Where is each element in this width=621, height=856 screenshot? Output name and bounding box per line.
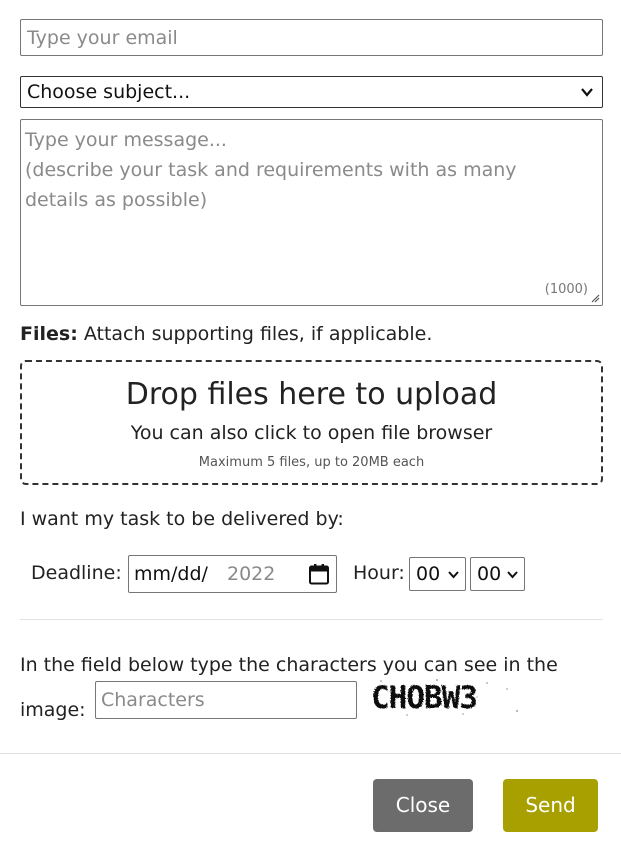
email-input[interactable]: Type your email	[20, 19, 603, 56]
subject-select[interactable]: Choose subject...	[20, 76, 603, 108]
subject-selected-value: Choose subject...	[27, 81, 191, 103]
message-placeholder: Type your message... (describe your task…	[25, 125, 585, 215]
deadline-label: Deadline:	[31, 562, 122, 584]
deadline-year-placeholder: 2022	[227, 563, 276, 585]
hour-label: Hour:	[353, 562, 405, 584]
files-label-bold: Files:	[20, 323, 78, 345]
chevron-down-icon	[507, 571, 518, 579]
files-label: Files: Attach supporting files, if appli…	[20, 323, 432, 345]
message-placeholder-line2: (describe your task and requirements wit…	[25, 159, 517, 211]
file-dropzone[interactable]: Drop files here to upload You can also c…	[20, 360, 603, 485]
captcha-input[interactable]: Characters	[95, 681, 357, 719]
close-button[interactable]: Close	[373, 779, 473, 832]
chevron-down-icon	[448, 571, 459, 579]
dropzone-note: Maximum 5 files, up to 20MB each	[198, 455, 425, 470]
minute-select[interactable]: 00	[470, 557, 525, 591]
message-placeholder-line1: Type your message...	[25, 129, 227, 151]
delivery-label: I want my task to be delivered by:	[20, 508, 344, 530]
send-button[interactable]: Send	[503, 779, 598, 832]
captcha-image: CHOBW3	[371, 679, 518, 716]
message-textarea[interactable]: Type your message... (describe your task…	[20, 119, 603, 306]
dropzone-subtitle: You can also click to open file browser	[130, 422, 493, 444]
files-label-text: Attach supporting files, if applicable.	[77, 323, 433, 345]
calendar-icon[interactable]	[308, 563, 330, 585]
footer-divider	[0, 753, 621, 754]
captcha-placeholder: Characters	[101, 689, 205, 711]
deadline-date-value: mm/dd/	[134, 563, 208, 585]
chevron-down-icon	[581, 88, 593, 97]
email-placeholder: Type your email	[27, 27, 178, 49]
captcha-image-text: CHOBW3	[371, 680, 477, 716]
section-divider	[20, 619, 603, 620]
character-counter: (1000)	[544, 282, 588, 297]
hour-select[interactable]: 00	[409, 557, 466, 591]
minute-value: 00	[477, 563, 502, 585]
hour-value: 00	[416, 563, 441, 585]
deadline-date-input[interactable]: mm/dd/ 2022	[128, 555, 337, 593]
resize-grip-icon[interactable]	[590, 293, 600, 303]
dropzone-title: Drop files here to upload	[125, 377, 498, 412]
